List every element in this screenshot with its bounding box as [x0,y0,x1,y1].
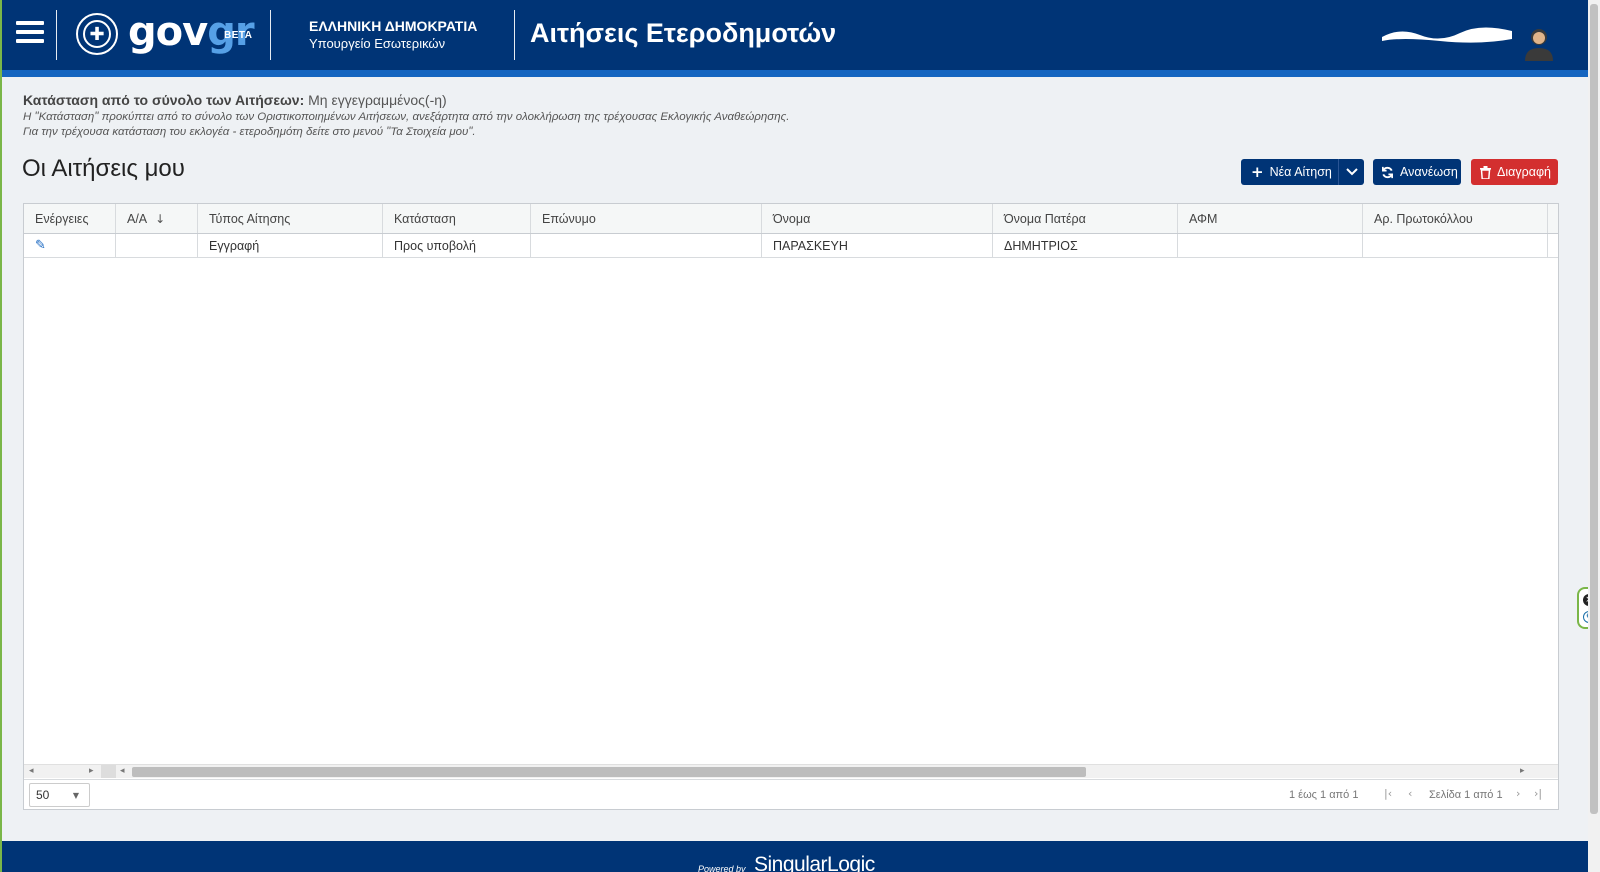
caret-down-icon: ▼ [72,791,79,800]
last-page-icon[interactable]: ›| [1534,787,1542,800]
scroll-right-icon[interactable]: ▸ [89,765,94,778]
page-info: Σελίδα 1 από 1 [1429,789,1503,801]
chevron-down-icon [1345,168,1358,176]
column-header-status[interactable]: Κατάσταση [383,204,531,233]
trash-icon [1480,165,1491,179]
afm-cell [1178,234,1363,257]
next-page-icon[interactable]: › [1516,787,1520,800]
page-size-select[interactable]: 50 ▼ [29,783,90,807]
status-note: Η "Κατάσταση" προκύπτει από το σύνολο τω… [23,111,790,123]
status-note: Για την τρέχουσα κατάσταση του εκλογέα -… [23,126,476,138]
pinned-scrollbar[interactable]: ◂ ▸ [24,765,99,778]
vertical-scrollbar[interactable] [1588,0,1600,872]
column-header-aa[interactable]: Α/Α ↓ [116,204,198,233]
header-divider [270,10,271,60]
redacted-username [1382,27,1512,43]
delete-label: Διαγραφή [1497,165,1551,179]
new-application-dropdown[interactable] [1338,159,1364,185]
app-title: Αιτήσεις Ετεροδημοτών [530,18,837,48]
applications-grid: Ενέργειες Α/Α ↓ Τύπος Αίτησης Κατάσταση … [23,203,1559,810]
scrollbar-divider [101,765,116,778]
org-subtitle: Υπουργείο Εσωτερικών [309,36,446,51]
column-header-type[interactable]: Τύπος Αίτησης [198,204,383,233]
hamburger-icon[interactable] [16,21,44,45]
father-cell: ΔΗΜΗΤΡΙΟΣ [993,234,1178,257]
vertical-scrollbar-thumb[interactable] [1590,4,1598,814]
type-cell: Εγγραφή [198,234,383,257]
page-size-value: 50 [36,788,50,802]
status-summary: Κατάσταση από το σύνολο των Αιτήσεων: Μη… [23,92,447,108]
grid-header: Ενέργειες Α/Α ↓ Τύπος Αίτησης Κατάσταση … [24,204,1558,234]
grid-footer: 50 ▼ 1 έως 1 από 1 |‹ ‹ Σελίδα 1 από 1 ›… [24,779,1558,809]
protocol-cell [1363,234,1548,257]
name-cell: ΠΑΡΑΣΚΕΥΗ [762,234,993,257]
singularlogic-logo: SingularLogic [754,853,875,872]
header-stripe [2,70,1588,77]
plus-icon: + [1251,163,1264,181]
status-value: Μη εγγεγραμμένος(-η) [308,92,447,108]
refresh-label: Ανανέωση [1400,165,1458,179]
actions-cell: ✎ [24,234,116,257]
beta-badge: BETA [224,30,253,41]
refresh-icon [1382,166,1393,178]
status-label: Κατάσταση από το σύνολο των Αιτήσεων: [23,92,305,108]
new-application-button[interactable]: + Νέα Αίτηση [1241,159,1364,185]
header-divider [56,10,57,60]
scroll-right-icon[interactable]: ▸ [1520,765,1525,778]
powered-by-text: Powered by [698,864,746,872]
column-header-actions[interactable]: Ενέργειες [24,204,116,233]
horizontal-scrollbar[interactable]: ◂ ▸ ◂ ▸ [24,764,1558,778]
column-header-protocol[interactable]: Αρ. Πρωτοκόλλου [1363,204,1548,233]
org-title: ΕΛΛΗΝΙΚΗ ΔΗΜΟΚΡΑΤΙΑ [309,18,478,34]
site-footer: Powered by SingularLogic [2,841,1588,872]
user-avatar-icon[interactable] [1522,24,1556,62]
previous-page-icon[interactable]: ‹ [1408,787,1412,800]
aa-cell [116,234,198,257]
table-row[interactable]: ✎ Εγγραφή Προς υποβολή ΠΑΡΑΣΚΕΥΗ ΔΗΜΗΤΡΙ… [24,234,1558,258]
column-header-surname[interactable]: Επώνυμο [531,204,762,233]
surname-cell [531,234,762,257]
column-header-name[interactable]: Όνομα [762,204,993,233]
scroll-left-icon[interactable]: ◂ [29,765,34,778]
top-header: ✚ govgr BETA ΕΛΛΗΝΙΚΗ ΔΗΜΟΚΡΑΤΙΑ Υπουργε… [2,0,1588,70]
scrollbar-thumb[interactable] [132,767,1086,777]
first-page-icon[interactable]: |‹ [1384,787,1392,800]
column-header-afm[interactable]: ΑΦΜ [1178,204,1363,233]
delete-button[interactable]: Διαγραφή [1471,159,1558,185]
pencil-icon[interactable]: ✎ [35,238,46,253]
greek-emblem-icon: ✚ [76,13,118,55]
column-header-aa-label: Α/Α [127,211,148,226]
column-header-father[interactable]: Όνομα Πατέρα [993,204,1178,233]
status-cell: Προς υποβολή [383,234,531,257]
header-divider [514,10,515,60]
rows-info: 1 έως 1 από 1 [1289,789,1359,801]
scroll-left-icon[interactable]: ◂ [120,765,125,778]
refresh-button[interactable]: Ανανέωση [1373,159,1461,185]
arrow-down-icon: ↓ [155,211,166,226]
new-application-label: Νέα Αίτηση [1269,165,1332,179]
page-title: Οι Αιτήσεις μου [22,155,185,182]
